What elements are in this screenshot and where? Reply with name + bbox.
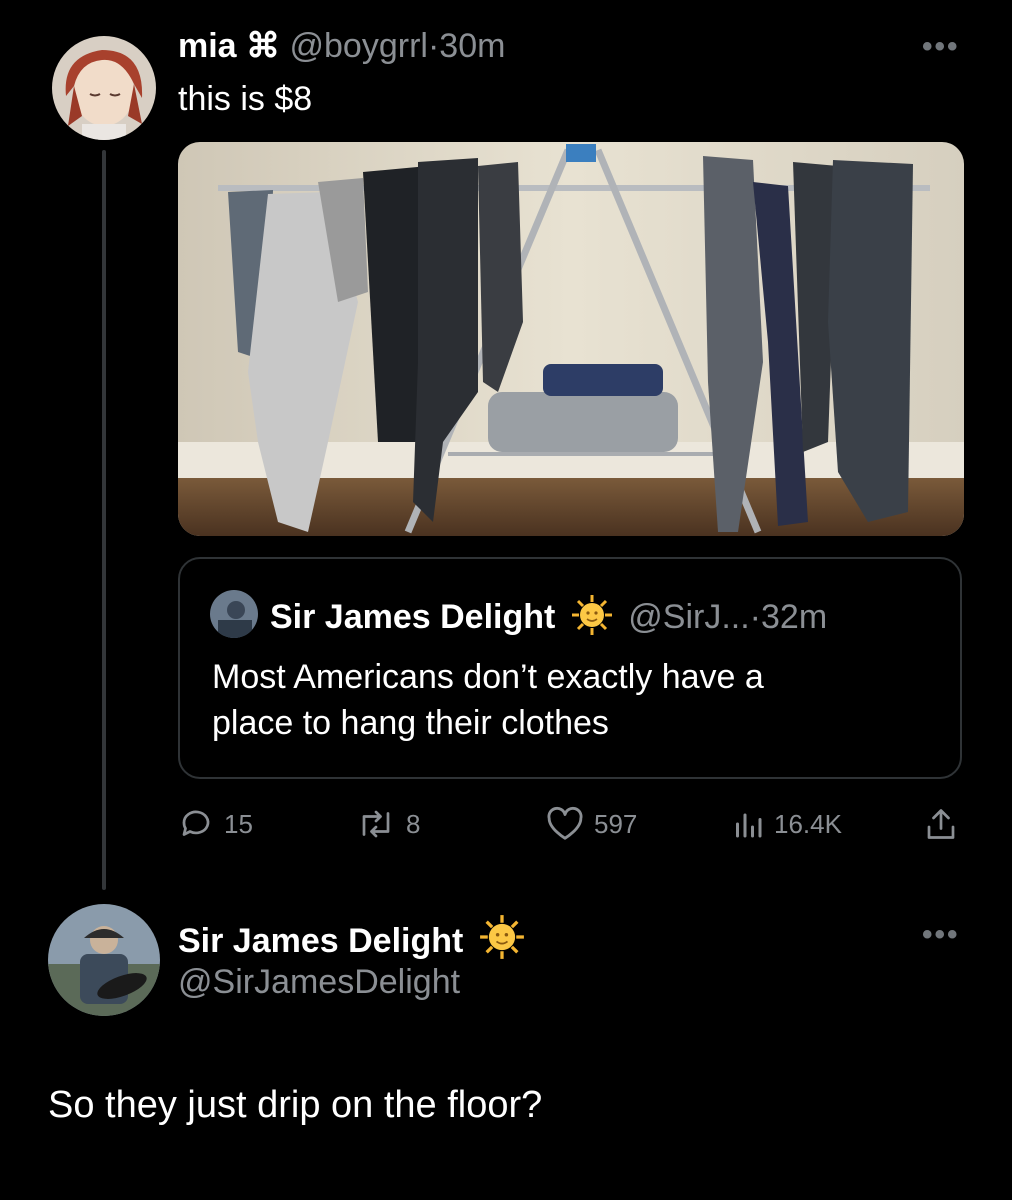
author-handle[interactable]: @boygrrl bbox=[290, 27, 428, 65]
reply-author-avatar[interactable] bbox=[48, 904, 160, 1016]
reply-count: 15 bbox=[224, 808, 253, 839]
reply-more-options-icon[interactable]: ••• bbox=[922, 918, 960, 952]
quote-text-line-1: Most Americans don’t exactly have a bbox=[212, 658, 764, 696]
sun-face-icon bbox=[571, 594, 613, 645]
command-symbol-icon: ⌘ bbox=[246, 27, 281, 65]
share-icon bbox=[927, 809, 955, 839]
retweet-icon bbox=[362, 810, 390, 838]
reply-text: So they just drip on the floor? bbox=[48, 1084, 543, 1126]
reply-author-name[interactable]: Sir James Delight bbox=[178, 922, 463, 960]
sun-face-icon bbox=[479, 914, 525, 969]
retweet-count: 8 bbox=[406, 808, 421, 839]
quote-time[interactable]: 32m bbox=[761, 598, 827, 636]
views-action[interactable]: 16.4K bbox=[732, 806, 842, 842]
like-count: 597 bbox=[594, 808, 638, 839]
reply-author-handle[interactable]: @SirJamesDelight bbox=[178, 962, 460, 1002]
retweet-action[interactable]: 8 bbox=[356, 806, 420, 842]
quote-author-handle[interactable]: @SirJ... bbox=[628, 598, 749, 636]
tweet-header: mia ⌘ @boygrrl·30m bbox=[178, 26, 505, 66]
quote-dot-separator: · bbox=[749, 598, 761, 636]
more-options-icon[interactable]: ••• bbox=[922, 30, 960, 64]
tweet-text: this is $8 bbox=[178, 80, 313, 118]
tweet-image-drying-rack[interactable] bbox=[178, 142, 964, 536]
quote-author-avatar[interactable] bbox=[210, 590, 258, 638]
thread-connector-line bbox=[102, 150, 106, 890]
share-action[interactable] bbox=[924, 806, 958, 842]
tweet-time[interactable]: 30m bbox=[439, 27, 505, 65]
quote-text: Most Americans don’t exactly have a plac… bbox=[212, 654, 764, 746]
quote-text-line-2: place to hang their clothes bbox=[212, 704, 609, 742]
views-chart-icon bbox=[736, 813, 762, 838]
quote-header: Sir James Delight @SirJ...·32m bbox=[270, 594, 827, 645]
reply-action[interactable]: 15 bbox=[178, 806, 253, 842]
author-name[interactable]: mia bbox=[178, 27, 237, 65]
heart-icon bbox=[547, 806, 583, 840]
reply-header: Sir James Delight bbox=[178, 914, 525, 969]
reply-icon bbox=[182, 810, 210, 836]
views-count: 16.4K bbox=[774, 808, 842, 839]
quote-author-name[interactable]: Sir James Delight bbox=[270, 598, 555, 636]
like-action[interactable]: 597 bbox=[546, 806, 637, 842]
dot-separator: · bbox=[427, 27, 440, 65]
avatar-mia[interactable] bbox=[52, 36, 156, 140]
